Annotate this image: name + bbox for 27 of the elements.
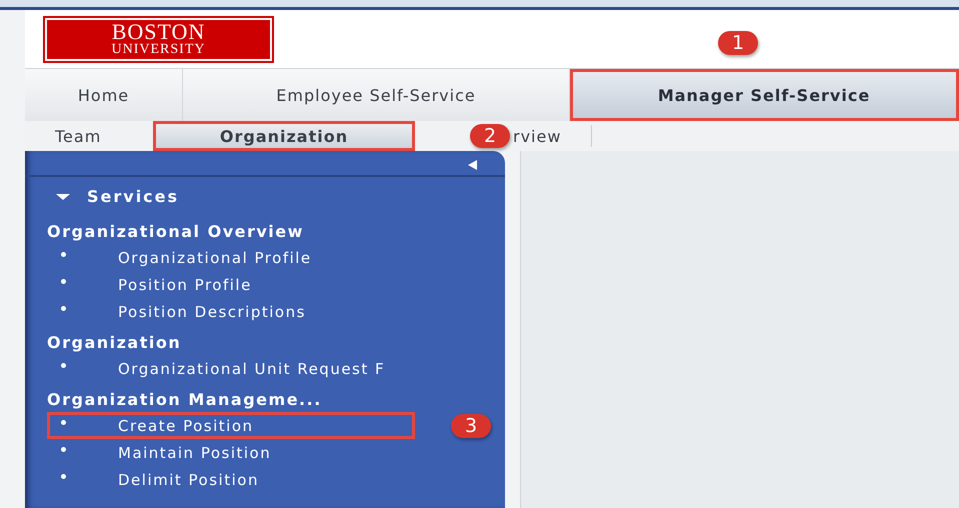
- collapse-icon[interactable]: [466, 159, 478, 171]
- bullet-icon: [61, 306, 66, 311]
- sub-tab[interactable]: rview: [513, 125, 592, 147]
- menu-link[interactable]: Create Position: [47, 412, 415, 439]
- group-heading: Organization: [46, 332, 182, 354]
- menu-link[interactable]: Maintain Position: [25, 439, 284, 466]
- bullet-icon: [61, 420, 66, 425]
- university-logo: BOSTON UNIVERSITY: [45, 18, 272, 60]
- sub-tab[interactable]: Team: [25, 121, 112, 151]
- menu-link[interactable]: Position Profile: [25, 271, 264, 298]
- step-number-badge: 3: [451, 414, 491, 438]
- caret-icon: [55, 192, 71, 202]
- menu-link[interactable]: Position Descriptions: [25, 298, 318, 325]
- bullet-icon: [61, 252, 66, 257]
- section-header[interactable]: Services: [25, 177, 505, 214]
- step-number-badge: 2: [470, 124, 510, 148]
- group-heading: Organization Manageme...: [46, 389, 323, 411]
- nav-tab[interactable]: Manager Self-Service: [570, 69, 959, 121]
- menu-link[interactable]: Organizational Profile: [25, 244, 324, 271]
- group-heading: Organizational Overview: [46, 221, 305, 243]
- sub-tab[interactable]: Organization: [153, 121, 415, 151]
- menu-link[interactable]: Organizational Unit Request F: [25, 355, 398, 382]
- bullet-icon: [61, 363, 66, 368]
- bullet-icon: [61, 279, 66, 284]
- bullet-icon: [61, 447, 66, 452]
- bullet-icon: [61, 474, 66, 479]
- menu-link[interactable]: Delimit Position: [25, 466, 271, 493]
